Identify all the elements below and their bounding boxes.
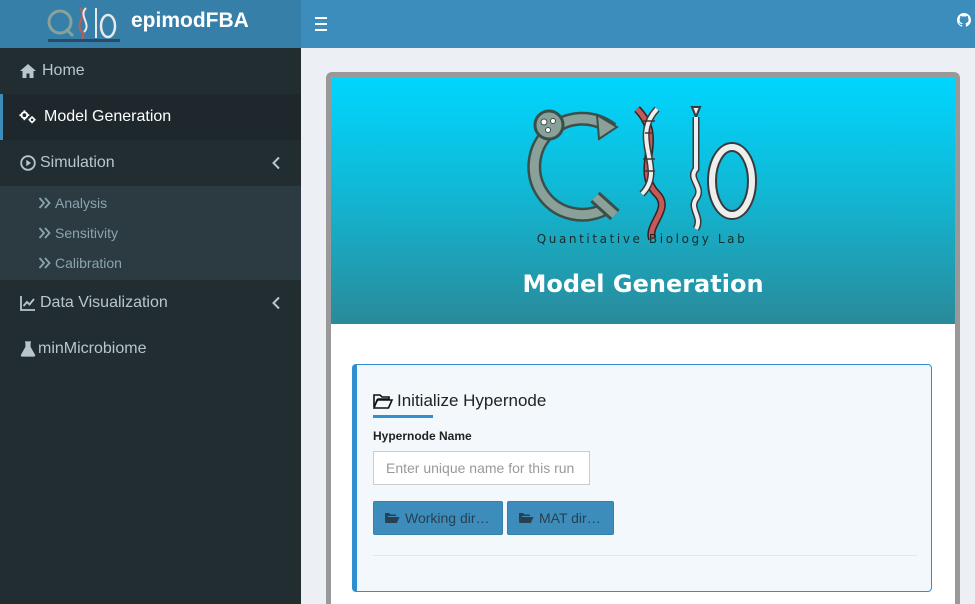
sidebar-item-label: Data Visualization [40, 294, 168, 311]
folder-open-icon [519, 513, 534, 523]
brand-bar: epimodFBA [0, 0, 301, 48]
double-chevron-right-icon [38, 227, 51, 239]
sidebar-item-label: Model Generation [44, 108, 172, 125]
panel-title: Initialize Hypernode [373, 391, 546, 411]
model-generation-box: Quantitative Biology Lab Model Generatio… [326, 72, 960, 604]
mat-dir-button[interactable]: MAT dir… [507, 501, 614, 535]
working-dir-button-label: Working dir… [405, 510, 490, 526]
flask-icon [20, 341, 36, 357]
line-chart-icon [20, 296, 35, 311]
sidebar-subitem-label: Calibration [55, 255, 122, 271]
sidebar-item-label: Simulation [40, 154, 115, 171]
sidebar-item-minmicrobiome[interactable]: minMicrobiome [0, 326, 301, 372]
sidebar-item-simulation[interactable]: Simulation [0, 140, 301, 186]
chevron-left-icon [272, 296, 280, 310]
folder-open-icon [385, 513, 400, 523]
hypernode-name-label: Hypernode Name [373, 429, 472, 443]
top-navbar [301, 0, 975, 48]
sidebar-subitem-label: Analysis [55, 195, 108, 211]
main-content: Quantitative Biology Lab Model Generatio… [301, 48, 975, 604]
sidebar-item-analysis[interactable]: Analysis [0, 188, 301, 218]
sidebar-item-calibration[interactable]: Calibration [0, 248, 301, 278]
sidebar-item-label: minMicrobiome [38, 340, 147, 357]
play-circle-icon [20, 155, 36, 171]
sidebar: Home Model Generation Simulation Analysi… [0, 48, 301, 604]
sidebar-item-model-generation[interactable]: Model Generation [0, 94, 301, 140]
sidebar-item-data-visualization[interactable]: Data Visualization [0, 280, 301, 326]
qbio-logo-icon: Quantitative Biology Lab [527, 106, 757, 246]
sidebar-toggle-icon[interactable] [315, 13, 331, 35]
app-title: epimodFBA [131, 9, 249, 32]
chevron-left-icon [272, 156, 280, 170]
mat-dir-button-label: MAT dir… [539, 510, 601, 526]
hero-banner: Quantitative Biology Lab Model Generatio… [331, 77, 955, 324]
page-title: Model Generation [522, 270, 764, 298]
hypernode-name-input[interactable] [373, 451, 590, 485]
cogs-icon [19, 110, 36, 124]
panel-title-label: Initialize Hypernode [397, 391, 547, 410]
double-chevron-right-icon [38, 257, 51, 269]
github-icon[interactable] [957, 13, 971, 27]
working-dir-button[interactable]: Working dir… [373, 501, 503, 535]
qbio-logo-icon[interactable] [46, 2, 122, 44]
simulation-submenu: Analysis Sensitivity Calibration [0, 186, 301, 280]
sidebar-item-label: Home [42, 62, 85, 79]
title-underline [373, 415, 433, 418]
initialize-hypernode-panel: Initialize Hypernode Hypernode Name Work… [352, 364, 932, 592]
logo-caption: Quantitative Biology Lab [537, 232, 748, 246]
home-icon [20, 64, 36, 78]
double-chevron-right-icon [38, 197, 51, 209]
folder-open-icon [373, 394, 393, 409]
panel-divider [373, 555, 917, 556]
sidebar-item-home[interactable]: Home [0, 48, 301, 94]
sidebar-subitem-label: Sensitivity [55, 225, 119, 241]
sidebar-item-sensitivity[interactable]: Sensitivity [0, 218, 301, 248]
